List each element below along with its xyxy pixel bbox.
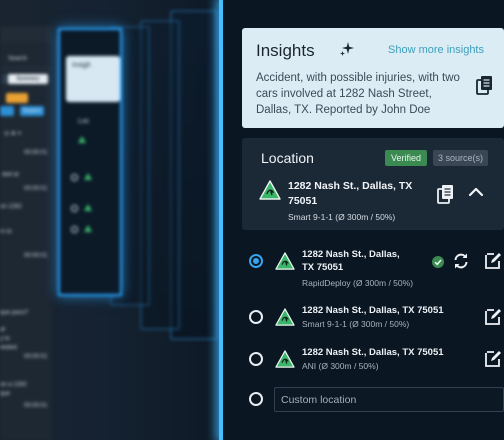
- location-radio[interactable]: [249, 352, 263, 366]
- background-timestamp: 00:00:01: [24, 186, 48, 192]
- location-option-detail: RapidDeploy (Ø 300m / 50%): [302, 278, 414, 288]
- insights-title: Insights: [256, 41, 315, 60]
- edit-icon[interactable]: [484, 252, 502, 270]
- location-pin-icon: [275, 350, 295, 368]
- custom-location-radio[interactable]: [249, 392, 263, 406]
- background-snippet: y to: [0, 336, 10, 342]
- background-ghost-pin: [78, 136, 86, 143]
- background-ghost-title: Insigh: [72, 62, 91, 69]
- location-pin-icon: [259, 180, 281, 200]
- background-snippet: on 1282: [0, 204, 22, 210]
- background-ghost-radio: [71, 205, 78, 212]
- location-radio[interactable]: [249, 310, 263, 324]
- background-ghost-insights-card: Insigh: [66, 56, 120, 102]
- incident-detail-panel: Insights Show more insights Accident, wi…: [223, 0, 504, 440]
- check-circle-icon: [432, 256, 444, 268]
- location-title: Location: [261, 150, 314, 166]
- copy-icon[interactable]: [476, 75, 494, 95]
- background-ghost-pin: [84, 173, 92, 180]
- background-snippet: rs to: [0, 229, 12, 235]
- background-snippet: que paso?: [0, 310, 29, 316]
- primary-location-detail: Smart 9-1-1 (Ø 300m / 50%): [288, 212, 396, 222]
- background-blur-layer: Search Summary Suspect ◎ ⊕ ≡ 00:00:01 de…: [0, 0, 230, 440]
- location-option[interactable]: 1282 Nash St., Dallas, TX 75051 Smart 9-…: [223, 302, 504, 334]
- background-snippet: eeded: [0, 345, 17, 351]
- background-ghost-location: Loc: [78, 118, 90, 125]
- location-option-address: 1282 Nash St., Dallas, TX 75051: [302, 347, 444, 358]
- location-radio-selected[interactable]: [249, 254, 263, 268]
- background-badge-blue: [0, 106, 14, 116]
- background-search-label: Search: [8, 56, 28, 62]
- edit-icon[interactable]: [484, 350, 502, 368]
- sparkle-icon: [340, 42, 354, 56]
- location-pin-icon: [275, 252, 295, 270]
- background-toolbar-icons: ◎ ⊕ ≡: [4, 131, 22, 137]
- background-ghost-radio: [71, 174, 78, 181]
- location-option[interactable]: 1282 Nash St., Dallas, TX 75051 RapidDep…: [223, 246, 504, 292]
- background-snippet: at: [0, 327, 6, 333]
- insights-card: Insights Show more insights Accident, wi…: [242, 28, 504, 128]
- location-option[interactable]: 1282 Nash St., Dallas, TX 75051 ANI (Ø 3…: [223, 344, 504, 376]
- background-topbar: [0, 26, 52, 42]
- show-more-insights-link[interactable]: Show more insights: [388, 44, 484, 56]
- background-summary-tab: Summary: [8, 74, 48, 84]
- background-timestamp: 00:00:01: [24, 253, 48, 259]
- edit-icon[interactable]: [484, 308, 502, 326]
- location-option-detail: Smart 9-1-1 (Ø 300m / 50%): [302, 319, 410, 329]
- background-divider: [0, 68, 52, 69]
- chevron-up-icon[interactable]: [468, 186, 484, 198]
- background-timestamp: 00:00:01: [24, 150, 48, 156]
- sources-count-badge[interactable]: 3 source(s): [433, 150, 489, 166]
- background-timestamp: 00:00:01: [24, 403, 48, 409]
- background-snippet: ded at: [2, 172, 19, 178]
- copy-icon[interactable]: [437, 184, 455, 204]
- background-badge-orange: [6, 93, 28, 103]
- location-card: Location Verified 3 source(s) 1282 Nash …: [242, 138, 504, 230]
- background-ghost-radio: [71, 226, 78, 233]
- background-snippet: que: [0, 391, 11, 397]
- custom-location-input[interactable]: [274, 387, 504, 412]
- location-option-detail: ANI (Ø 300m / 50%): [302, 361, 379, 371]
- location-option-address: 1282 Nash St., Dallas, TX 75051: [302, 249, 400, 273]
- background-ghost-pin: [84, 204, 92, 211]
- location-option-address: 1282 Nash St., Dallas, TX 75051: [302, 305, 444, 316]
- background-ghost-pin: [84, 225, 92, 232]
- primary-location-address: 1282 Nash St., Dallas, TX 75051: [288, 180, 413, 207]
- background-app-panels: Search Summary Suspect ◎ ⊕ ≡ 00:00:01 de…: [0, 0, 230, 440]
- insights-summary-text: Accident, with possible injuries, with t…: [256, 72, 460, 116]
- refresh-icon[interactable]: [452, 252, 470, 270]
- verified-badge: Verified: [385, 150, 428, 166]
- background-suspect-badge: Suspect: [20, 106, 44, 116]
- background-timestamp: 00:00:01: [24, 354, 48, 360]
- background-snippet: on a 1282: [0, 382, 27, 388]
- location-pin-icon: [275, 308, 295, 326]
